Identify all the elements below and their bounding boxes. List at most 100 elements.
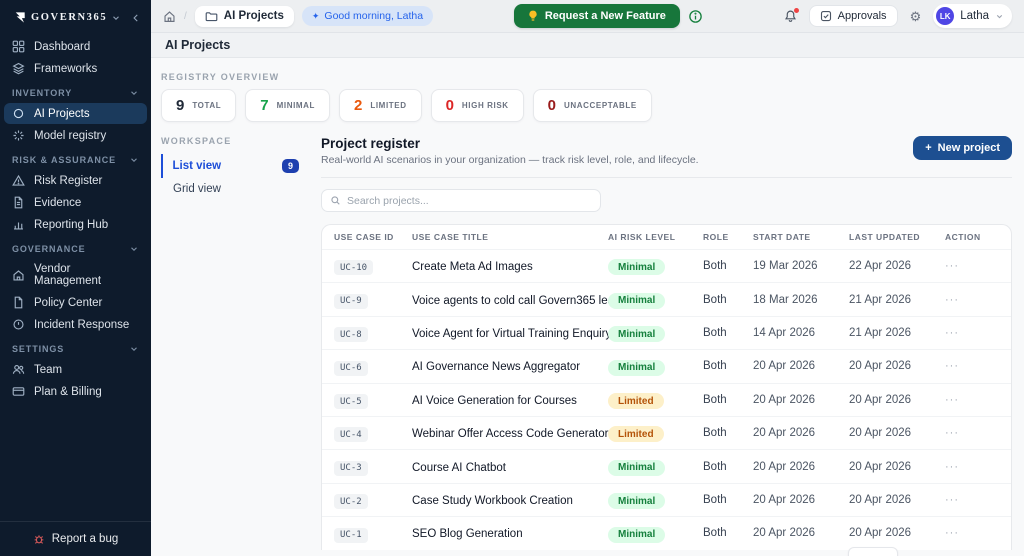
chevron-down-icon[interactable]: [129, 244, 139, 254]
stat-card-total[interactable]: 9TOTAL: [161, 89, 236, 122]
notifications-bell-icon[interactable]: [784, 9, 797, 23]
row-actions-button[interactable]: ···: [939, 427, 1011, 439]
register-title: Project register: [321, 136, 699, 151]
table-row[interactable]: UC-6AI Governance News AggregatorMinimal…: [322, 349, 1011, 382]
file-icon: [12, 296, 25, 309]
sidebar-section-label: GOVERNANCE: [12, 244, 86, 254]
layers-icon: [12, 62, 25, 75]
registry-overview-section: REGISTRY OVERVIEW 9TOTAL7MINIMAL2LIMITED…: [161, 72, 1012, 122]
new-project-label: New project: [938, 142, 1000, 154]
use-case-id-cell: UC-5: [322, 391, 406, 410]
sparkle-burst-icon: [12, 129, 25, 142]
row-actions-button[interactable]: ···: [939, 461, 1011, 473]
workspace-view-list-view[interactable]: List view9: [161, 154, 307, 178]
stat-card-minimal[interactable]: 7MINIMAL: [245, 89, 330, 122]
stat-label: HIGH RISK: [462, 101, 509, 110]
search-input[interactable]: [347, 195, 592, 207]
table-row[interactable]: UC-8Voice Agent for Virtual Training Enq…: [322, 316, 1011, 349]
row-actions-button[interactable]: ···: [939, 394, 1011, 406]
view-count-badge: 9: [282, 159, 299, 173]
column-header: USE CASE ID: [322, 232, 406, 242]
last-updated-cell: 20 Apr 2026: [843, 360, 939, 372]
brand-chevron-down-icon[interactable]: [111, 13, 121, 23]
use-case-id-badge: UC-10: [334, 260, 373, 275]
risk-level-cell: Limited: [602, 424, 697, 443]
use-case-id-cell: UC-4: [322, 424, 406, 443]
project-register-panel: Project register Real-world AI scenarios…: [321, 136, 1012, 550]
row-actions-button[interactable]: ···: [939, 327, 1011, 339]
sidebar-collapse-icon[interactable]: [131, 13, 141, 23]
row-actions-button[interactable]: ···: [939, 260, 1011, 272]
stat-card-unacceptable[interactable]: 0UNACCEPTABLE: [533, 89, 652, 122]
sidebar-item-label: Frameworks: [34, 63, 97, 75]
risk-level-cell: Minimal: [602, 457, 697, 476]
register-subtitle: Real-world AI scenarios in your organiza…: [321, 154, 699, 166]
breadcrumb-current[interactable]: AI Projects: [195, 6, 294, 27]
stat-card-limited[interactable]: 2LIMITED: [339, 89, 422, 122]
sidebar-item-risk-register[interactable]: Risk Register: [4, 170, 147, 191]
use-case-id-cell: UC-2: [322, 491, 406, 510]
table-row[interactable]: UC-2Case Study Workbook CreationMinimalB…: [322, 483, 1011, 516]
sidebar-item-dashboard[interactable]: Dashboard: [4, 36, 147, 57]
sidebar-item-label: Dashboard: [34, 41, 90, 53]
page-title-bar: AI Projects: [151, 33, 1024, 58]
workspace-view-grid-view[interactable]: Grid view: [161, 178, 307, 200]
sidebar-item-incident-response[interactable]: Incident Response: [4, 314, 147, 335]
warning-triangle-icon: [12, 174, 25, 187]
sidebar-item-ai-projects[interactable]: AI Projects: [4, 103, 147, 124]
chevron-down-icon[interactable]: [129, 88, 139, 98]
table-row[interactable]: UC-10Create Meta Ad ImagesMinimalBoth19 …: [322, 249, 1011, 282]
chevron-down-icon[interactable]: [129, 155, 139, 165]
sidebar-section-header: INVENTORY: [0, 80, 151, 102]
sidebar-section-header: RISK & ASSURANCE: [0, 147, 151, 169]
home-icon[interactable]: [163, 10, 176, 23]
table-row[interactable]: UC-1SEO Blog GenerationMinimalBoth20 Apr…: [322, 516, 1011, 549]
role-cell: Both: [697, 394, 747, 406]
info-icon[interactable]: [688, 9, 703, 24]
gear-icon[interactable]: ⚙: [910, 10, 922, 23]
stat-card-high-risk[interactable]: 0HIGH RISK: [431, 89, 524, 122]
role-cell: Both: [697, 360, 747, 372]
role-cell: Both: [697, 327, 747, 339]
sidebar-item-evidence[interactable]: Evidence: [4, 192, 147, 213]
table-row[interactable]: UC-5AI Voice Generation for CoursesLimit…: [322, 383, 1011, 416]
sidebar-item-team[interactable]: Team: [4, 359, 147, 380]
sidebar-logo-row: GOVERN365: [0, 0, 151, 33]
role-cell: Both: [697, 427, 747, 439]
table-row[interactable]: UC-9Voice agents to cold call Govern365 …: [322, 282, 1011, 315]
chevron-down-icon[interactable]: [129, 344, 139, 354]
last-updated-cell: 20 Apr 2026: [843, 427, 939, 439]
new-project-button[interactable]: + New project: [913, 136, 1012, 160]
row-actions-button[interactable]: ···: [939, 494, 1011, 506]
report-a-bug-button[interactable]: Report a bug: [0, 521, 151, 556]
use-case-id-badge: UC-8: [334, 327, 368, 342]
sparkle-icon: ✦: [312, 11, 320, 22]
sidebar-item-frameworks[interactable]: Frameworks: [4, 58, 147, 79]
sidebar-item-policy-center[interactable]: Policy Center: [4, 292, 147, 313]
sidebar-item-reporting-hub[interactable]: Reporting Hub: [4, 214, 147, 235]
breadcrumb: / AI Projects ✦ Good morning, Latha: [163, 6, 433, 27]
sidebar-item-plan-billing[interactable]: Plan & Billing: [4, 381, 147, 402]
table-row[interactable]: UC-4Webinar Offer Access Code GeneratorL…: [322, 416, 1011, 449]
row-actions-button[interactable]: ···: [939, 360, 1011, 372]
sidebar-item-model-registry[interactable]: Model registry: [4, 125, 147, 146]
column-header: USE CASE TITLE: [406, 232, 602, 242]
column-header: ROLE: [697, 232, 747, 242]
user-menu[interactable]: LK Latha: [933, 4, 1012, 28]
use-case-title-cell: Course AI Chatbot: [406, 458, 602, 476]
last-updated-cell: 21 Apr 2026: [843, 327, 939, 339]
approvals-button[interactable]: Approvals: [809, 5, 898, 27]
pagination-button[interactable]: [848, 547, 898, 556]
last-updated-cell: 20 Apr 2026: [843, 461, 939, 473]
row-actions-button[interactable]: ···: [939, 294, 1011, 306]
row-actions-button[interactable]: ···: [939, 527, 1011, 539]
notification-dot: [794, 8, 799, 13]
sidebar-section-header: SETTINGS: [0, 336, 151, 358]
search-icon: [330, 195, 341, 206]
topbar: / AI Projects ✦ Good morning, Latha Requ…: [151, 0, 1024, 33]
stat-value: 7: [260, 97, 268, 114]
table-row[interactable]: UC-3Course AI ChatbotMinimalBoth20 Apr 2…: [322, 449, 1011, 482]
sidebar-item-vendor-management[interactable]: Vendor Management: [4, 259, 147, 291]
start-date-cell: 18 Mar 2026: [747, 294, 843, 306]
request-feature-button[interactable]: Request a New Feature: [514, 4, 680, 28]
